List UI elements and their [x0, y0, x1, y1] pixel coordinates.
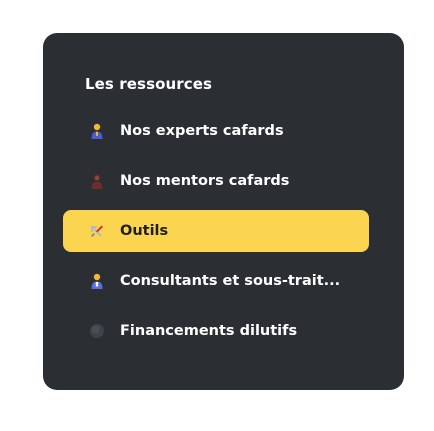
menu-title: Les ressources — [85, 75, 213, 93]
menu-item-label: Consultants et sous-trait... — [120, 273, 341, 289]
menu-list: Nos experts cafards Nos mentors cafards — [63, 110, 369, 360]
consultant-person-icon — [88, 272, 106, 290]
resources-menu: Les ressources Nos experts cafards Nos m… — [43, 33, 404, 390]
menu-item-consultants[interactable]: Consultants et sous-trait... — [63, 260, 369, 302]
menu-item-label: Outils — [120, 223, 169, 239]
menu-item-financements[interactable]: Financements dilutifs — [63, 310, 369, 352]
menu-item-tools[interactable]: Outils — [63, 210, 369, 252]
menu-item-label: Nos mentors cafards — [120, 173, 290, 189]
mentor-person-icon — [88, 172, 106, 190]
dark-circle-icon — [88, 322, 106, 340]
expert-person-icon — [88, 122, 106, 140]
menu-item-experts[interactable]: Nos experts cafards — [63, 110, 369, 152]
menu-item-label: Financements dilutifs — [120, 323, 298, 339]
menu-item-label: Nos experts cafards — [120, 123, 284, 139]
tools-icon — [88, 222, 106, 240]
menu-item-mentors[interactable]: Nos mentors cafards — [63, 160, 369, 202]
